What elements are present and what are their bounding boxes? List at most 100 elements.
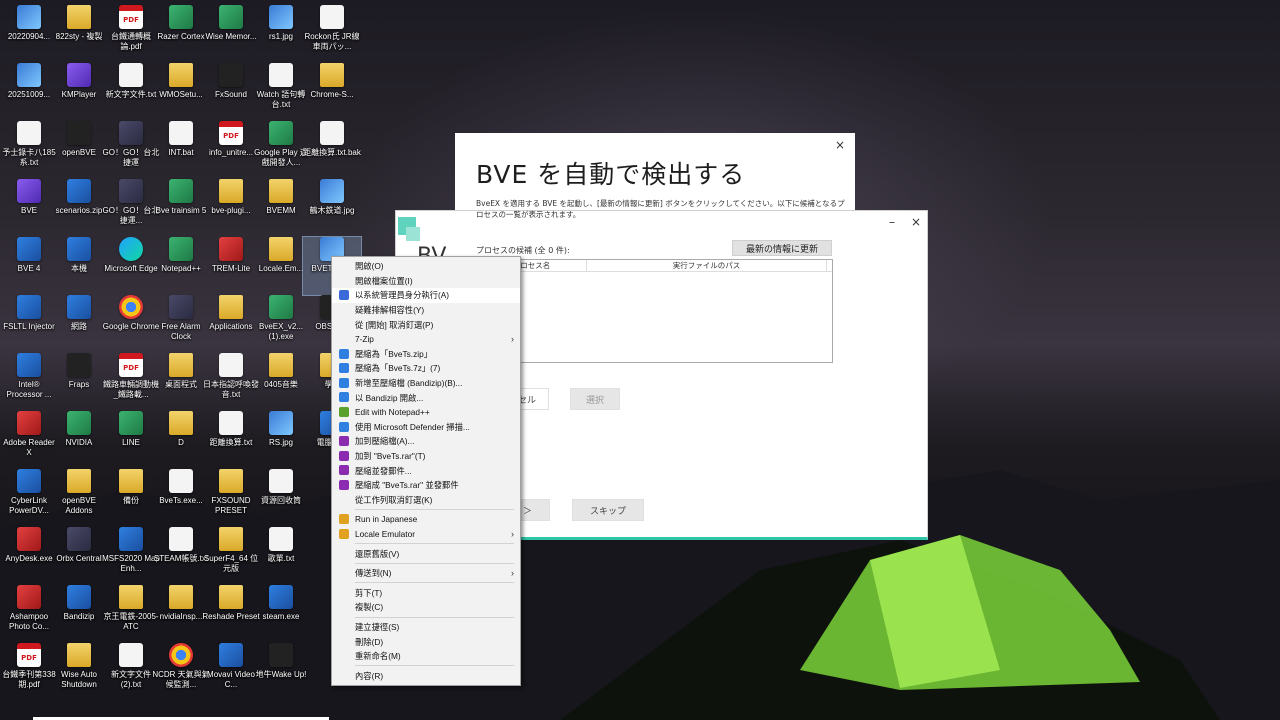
desktop-icon[interactable]: BVEMM bbox=[252, 179, 310, 237]
context-menu-label: 7-Zip bbox=[355, 334, 374, 345]
dark-icon bbox=[67, 353, 91, 377]
context-menu-item[interactable]: 壓縮為「BveTs.zip」 bbox=[332, 347, 520, 362]
red-icon bbox=[17, 527, 41, 551]
context-menu-item[interactable]: 複製(C) bbox=[332, 600, 520, 615]
desktop-icon[interactable]: RS.jpg bbox=[252, 411, 310, 469]
context-menu-item[interactable]: 建立捷徑(S) bbox=[332, 620, 520, 635]
desktop-icon[interactable]: NVIDIA bbox=[50, 411, 108, 469]
desktop-icon[interactable]: 鶴木鉄道.jpg bbox=[303, 179, 361, 237]
folder-icon bbox=[119, 469, 143, 493]
context-menu-label: 開啟(O) bbox=[355, 261, 384, 272]
menu-separator bbox=[355, 509, 514, 511]
context-menu-label: Run in Japanese bbox=[355, 514, 418, 525]
context-menu-item[interactable]: 以系統管理員身分執行(A) bbox=[332, 288, 520, 303]
desktop-icon[interactable]: 本機 bbox=[50, 237, 108, 295]
desktop-icon[interactable]: Wise Auto Shutdown bbox=[50, 643, 108, 701]
desktop-icon[interactable]: 資源回收筒 bbox=[252, 469, 310, 527]
context-menu-item[interactable]: 7-Zip › bbox=[332, 332, 520, 347]
context-menu-item[interactable]: 疑難排解相容性(Y) bbox=[332, 303, 520, 318]
blue-icon bbox=[219, 643, 243, 667]
desktop-icon[interactable]: Google Play 遊戲開發人... bbox=[252, 121, 310, 179]
edge-icon bbox=[119, 237, 143, 261]
desktop-icon[interactable]: 0405音樂 bbox=[252, 353, 310, 411]
desktop-icon[interactable]: Locale.Em... bbox=[252, 237, 310, 295]
select-button[interactable]: 選択 bbox=[570, 388, 620, 410]
desktop-icon-label: BVEMM bbox=[266, 206, 296, 215]
desktop-icon-label: steam.exe bbox=[262, 612, 300, 621]
close-icon[interactable]: × bbox=[835, 138, 845, 152]
desktop-icon-label: 距離換算.txt.bak bbox=[303, 148, 361, 157]
column-exe-path[interactable]: 実行ファイルのパス bbox=[587, 260, 827, 271]
green-icon bbox=[169, 179, 193, 203]
purple-icon bbox=[17, 179, 41, 203]
context-menu-item[interactable]: 刪除(D) bbox=[332, 634, 520, 649]
context-menu-item[interactable]: Run in Japanese bbox=[332, 512, 520, 527]
context-menu-item[interactable]: Locale Emulator › bbox=[332, 527, 520, 542]
context-menu-item[interactable]: 壓縮成 "BveTs.rar" 並發郵件 bbox=[332, 478, 520, 493]
window-controls: – × bbox=[889, 215, 921, 229]
context-menu-item[interactable]: 還原舊版(V) bbox=[332, 546, 520, 561]
context-menu-item[interactable]: 重新命名(M) bbox=[332, 649, 520, 664]
desktop-icon[interactable]: rs1.jpg bbox=[252, 5, 310, 63]
desktop-icon[interactable]: Fraps bbox=[50, 353, 108, 411]
context-menu-label: 從 [開始] 取消釘選(P) bbox=[355, 319, 434, 330]
desktop-icon[interactable]: 822sty - 複製 bbox=[50, 5, 108, 63]
folder-icon bbox=[320, 63, 344, 87]
desktop-icon[interactable]: 歌單.txt bbox=[252, 527, 310, 585]
skip-button[interactable]: スキップ bbox=[572, 499, 644, 521]
minimize-icon[interactable]: – bbox=[889, 215, 895, 229]
context-menu-item[interactable]: 壓縮為「BveTs.7z」(7) bbox=[332, 361, 520, 376]
winrar-icon bbox=[339, 436, 349, 447]
desktop-icon-label: RS.jpg bbox=[268, 438, 293, 447]
context-menu-item[interactable]: 開啟(O) bbox=[332, 259, 520, 274]
context-menu-item[interactable]: 內容(R) bbox=[332, 668, 520, 683]
desktop-icon[interactable]: 地牛Wake Up! bbox=[252, 643, 310, 701]
context-menu-item[interactable]: 傳送到(N) › bbox=[332, 566, 520, 581]
desktop-icon[interactable]: Rockon氏 JR線車両パッ... bbox=[303, 5, 361, 63]
desktop-icon-label: Locale.Em... bbox=[258, 264, 304, 273]
blue-icon bbox=[17, 237, 41, 261]
desktop-icon[interactable]: BveEX_v2... (1).exe bbox=[252, 295, 310, 353]
context-menu-item[interactable]: 使用 Microsoft Defender 掃描... bbox=[332, 420, 520, 435]
description-text: BveEX を適用する BVE を起動し、[最新の情報に更新] ボタンをクリック… bbox=[476, 199, 845, 219]
desktop-icon[interactable]: openBVE bbox=[50, 121, 108, 179]
context-menu-item[interactable]: Edit with Notepad++ bbox=[332, 405, 520, 420]
desktop-icon[interactable]: 網路 bbox=[50, 295, 108, 353]
context-menu-item[interactable]: 開啟檔案位置(I) bbox=[332, 274, 520, 289]
context-menu-item[interactable]: 壓縮並發郵件... bbox=[332, 463, 520, 478]
close-icon[interactable]: × bbox=[911, 215, 921, 229]
blue-icon bbox=[67, 237, 91, 261]
bandizip-icon bbox=[339, 377, 349, 388]
chevron-right-icon: › bbox=[511, 334, 514, 345]
green-icon bbox=[269, 121, 293, 145]
context-menu-item[interactable]: 從 [開始] 取消釘選(P) bbox=[332, 317, 520, 332]
desktop-icon[interactable]: Bandizip bbox=[50, 585, 108, 643]
file-icon bbox=[169, 121, 193, 145]
context-menu-item[interactable]: 以 Bandizip 開啟... bbox=[332, 390, 520, 405]
desktop-icon[interactable]: Orbx Central bbox=[50, 527, 108, 585]
desktop-icon[interactable]: KMPlayer bbox=[50, 63, 108, 121]
menu-separator bbox=[355, 543, 514, 545]
desktop-icon[interactable]: 距離換算.txt.bak bbox=[303, 121, 361, 179]
desktop-icon[interactable]: steam.exe bbox=[252, 585, 310, 643]
file-icon bbox=[119, 63, 143, 87]
folder-icon bbox=[269, 353, 293, 377]
green-icon bbox=[269, 295, 293, 319]
context-menu-item[interactable]: 加到壓縮檔(A)... bbox=[332, 434, 520, 449]
context-menu-label: 複製(C) bbox=[355, 602, 384, 613]
refresh-button[interactable]: 最新の情報に更新 bbox=[732, 240, 832, 256]
desktop-icon-label: scenarios.zip bbox=[55, 206, 103, 215]
desktop-icon[interactable]: Chrome-S... bbox=[303, 63, 361, 121]
desktop-icon[interactable]: scenarios.zip bbox=[50, 179, 108, 237]
context-menu-item[interactable]: 剪下(T) bbox=[332, 585, 520, 600]
chrome-icon bbox=[119, 295, 143, 319]
desktop-icon[interactable]: Watch 語句轉台.txt bbox=[252, 63, 310, 121]
desktop-icon-label: Rockon氏 JR線車両パッ... bbox=[304, 32, 360, 51]
folder-icon bbox=[169, 585, 193, 609]
context-menu-item[interactable]: 加到 "BveTs.rar"(T) bbox=[332, 449, 520, 464]
desktop-icon[interactable]: openBVE Addons bbox=[50, 469, 108, 527]
winrar-icon bbox=[339, 479, 349, 490]
context-menu-item[interactable]: 從工作列取消釘選(K) bbox=[332, 493, 520, 508]
context-menu-item[interactable]: 新增至壓縮檔 (Bandizip)(B)... bbox=[332, 376, 520, 391]
process-list[interactable]: プロセス名 実行ファイルのパス bbox=[476, 259, 833, 363]
